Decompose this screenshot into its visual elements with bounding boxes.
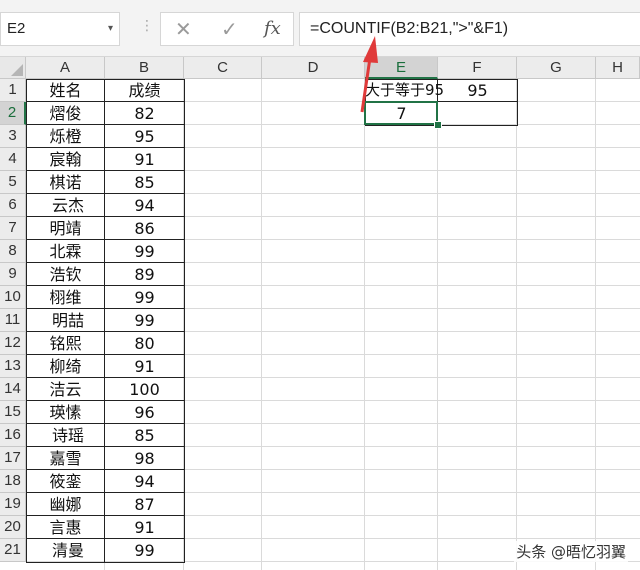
row-header-3[interactable]: 3 [0, 125, 26, 148]
score-cell[interactable]: 99 [105, 286, 184, 309]
score-cell[interactable]: 96 [105, 401, 184, 424]
column-header-b[interactable]: B [105, 57, 184, 79]
column-header-d[interactable]: D [262, 57, 365, 79]
gridline-vertical [516, 79, 517, 570]
row-header-2[interactable]: 2 [0, 102, 26, 125]
active-cell-selection [364, 101, 438, 125]
name-cell[interactable]: 筱銮 [26, 470, 105, 493]
score-cell[interactable]: 100 [105, 378, 184, 401]
score-cell[interactable]: 91 [105, 516, 184, 539]
score-cell[interactable]: 94 [105, 194, 184, 217]
column-header-a[interactable]: A [26, 57, 105, 79]
gridline-vertical [437, 79, 438, 570]
formula-bar-drag-handle-icon[interactable]: ⋮ [140, 18, 154, 34]
formula-input[interactable]: =COUNTIF(B2:B21,">"&F1) [299, 12, 640, 46]
name-cell[interactable]: 柳绮 [26, 355, 105, 378]
gridline-vertical [595, 79, 596, 570]
row-header-17[interactable]: 17 [0, 447, 26, 470]
name-cell[interactable]: 嘉雪 [26, 447, 105, 470]
column-header-f[interactable]: F [438, 57, 517, 79]
threshold-cell[interactable]: 95 [438, 79, 517, 102]
header-cell-score[interactable]: 成绩 [105, 79, 184, 102]
gridline-vertical [261, 79, 262, 570]
gridline-vertical [364, 79, 365, 570]
score-cell[interactable]: 99 [105, 240, 184, 263]
row-header-4[interactable]: 4 [0, 148, 26, 171]
name-cell[interactable]: 北霖 [26, 240, 105, 263]
score-cell[interactable]: 98 [105, 447, 184, 470]
column-header-h[interactable]: H [596, 57, 640, 79]
name-box-dropdown-icon[interactable]: ▾ [108, 13, 113, 45]
insert-function-icon[interactable]: fx [264, 17, 281, 41]
row-header-8[interactable]: 8 [0, 240, 26, 263]
select-all-button[interactable] [0, 57, 26, 79]
score-cell[interactable]: 85 [105, 424, 184, 447]
score-cell[interactable]: 94 [105, 470, 184, 493]
row-header-6[interactable]: 6 [0, 194, 26, 217]
score-cell[interactable]: 80 [105, 332, 184, 355]
name-cell[interactable]: 熠俊 [26, 102, 105, 125]
name-cell[interactable]: 明靖 [26, 217, 105, 240]
name-cell[interactable]: 清曼 [26, 539, 105, 562]
score-cell[interactable]: 99 [105, 309, 184, 332]
criteria-label-cell[interactable]: 大于等于95 [365, 79, 444, 102]
row-header-9[interactable]: 9 [0, 263, 26, 286]
watermark: 头条 @晤忆羽翼 [514, 541, 628, 562]
row-header-11[interactable]: 11 [0, 309, 26, 332]
row-header-14[interactable]: 14 [0, 378, 26, 401]
row-header-5[interactable]: 5 [0, 171, 26, 194]
score-cell[interactable]: 86 [105, 217, 184, 240]
row-header-1[interactable]: 1 [0, 79, 26, 102]
score-cell[interactable]: 91 [105, 148, 184, 171]
row-header-15[interactable]: 15 [0, 401, 26, 424]
header-cell-name[interactable]: 姓名 [26, 79, 105, 102]
score-cell[interactable]: 91 [105, 355, 184, 378]
name-box[interactable]: E2 ▾ [0, 12, 120, 46]
name-cell[interactable]: 宸翰 [26, 148, 105, 171]
row-header-13[interactable]: 13 [0, 355, 26, 378]
cancel-icon[interactable]: ✕ [175, 17, 192, 41]
formula-bar: E2 ▾ ⋮ ✕ ✓ fx =COUNTIF(B2:B21,">"&F1) [0, 0, 640, 57]
formula-buttons: ✕ ✓ fx [160, 12, 294, 46]
name-cell[interactable]: 洁云 [26, 378, 105, 401]
column-header-e[interactable]: E [365, 57, 438, 79]
score-cell[interactable]: 95 [105, 125, 184, 148]
score-cell[interactable]: 87 [105, 493, 184, 516]
name-cell[interactable]: 言惠 [26, 516, 105, 539]
row-header-16[interactable]: 16 [0, 424, 26, 447]
score-cell[interactable]: 89 [105, 263, 184, 286]
name-box-value: E2 [7, 20, 26, 37]
name-cell[interactable]: 浩钦 [26, 263, 105, 286]
row-header-10[interactable]: 10 [0, 286, 26, 309]
row-header-21[interactable]: 21 [0, 539, 26, 562]
column-header-g[interactable]: G [517, 57, 596, 79]
name-cell[interactable]: 铭熙 [26, 332, 105, 355]
score-cell[interactable]: 82 [105, 102, 184, 125]
name-cell[interactable]: 栩维 [26, 286, 105, 309]
worksheet-grid[interactable]: ABCDEFGHI 123456789101112131415161718192… [0, 57, 640, 570]
row-header-20[interactable]: 20 [0, 516, 26, 539]
row-header-7[interactable]: 7 [0, 217, 26, 240]
row-header-12[interactable]: 12 [0, 332, 26, 355]
score-cell[interactable]: 99 [105, 539, 184, 562]
row-header-18[interactable]: 18 [0, 470, 26, 493]
name-cell[interactable]: 棋诺 [26, 171, 105, 194]
name-cell[interactable]: 瑛愫 [26, 401, 105, 424]
name-cell[interactable]: 幽娜 [26, 493, 105, 516]
name-cell[interactable]: 云杰 [26, 194, 105, 217]
name-cell[interactable]: 诗瑶 [26, 424, 105, 447]
fill-handle[interactable] [434, 121, 442, 129]
row-header-19[interactable]: 19 [0, 493, 26, 516]
name-cell[interactable]: 烁橙 [26, 125, 105, 148]
score-cell[interactable]: 85 [105, 171, 184, 194]
column-header-c[interactable]: C [184, 57, 262, 79]
name-cell[interactable]: 明喆 [26, 309, 105, 332]
enter-icon[interactable]: ✓ [221, 17, 238, 41]
